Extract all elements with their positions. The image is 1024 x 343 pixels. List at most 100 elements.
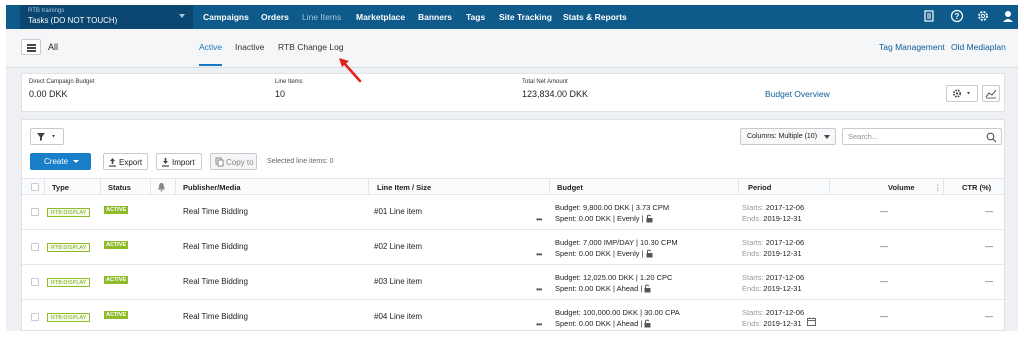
import-icon bbox=[162, 158, 169, 167]
document-icon[interactable] bbox=[922, 9, 936, 23]
period-end: Ends: 2019-12-31 bbox=[742, 249, 802, 258]
nav-tags[interactable]: Tags bbox=[466, 12, 485, 22]
top-navigation: RTB trainings Tasks (DO NOT TOUCH) Campa… bbox=[6, 5, 1018, 29]
export-icon bbox=[109, 158, 116, 167]
budget-overview-link[interactable]: Budget Overview bbox=[765, 89, 830, 99]
export-button[interactable]: Export bbox=[103, 153, 148, 170]
period-end: Ends: 2019-12-31 bbox=[742, 214, 802, 223]
column-header-status[interactable]: Status bbox=[108, 183, 131, 192]
row-more-options-icon[interactable]: ••• bbox=[536, 250, 542, 259]
line-item-name[interactable]: #03 Line item bbox=[374, 277, 422, 286]
spent-text: Spent: 0.00 DKK | Evenly | bbox=[555, 214, 644, 223]
row-checkbox[interactable] bbox=[31, 278, 39, 286]
unlock-icon[interactable] bbox=[644, 284, 651, 293]
line-item-name[interactable]: #02 Line item bbox=[374, 242, 422, 251]
spent-line: Spent: 0.00 DKK | Ahead | bbox=[555, 319, 651, 328]
columns-select[interactable]: Columns: Multiple (10) bbox=[740, 128, 836, 145]
spent-line: Spent: 0.00 DKK | Evenly | bbox=[555, 214, 653, 223]
column-header-volume[interactable]: Volume bbox=[888, 183, 915, 192]
column-header-type[interactable]: Type bbox=[52, 183, 69, 192]
nav-campaigns[interactable]: Campaigns bbox=[203, 12, 249, 22]
budget-summary-panel: Direct Campaign Budget 0.00 DKK Line Ite… bbox=[21, 73, 1005, 112]
line-item-name[interactable]: #01 Line item bbox=[374, 207, 422, 216]
selected-line-items-count: Selected line items: 0 bbox=[267, 158, 334, 165]
svg-text:?: ? bbox=[955, 12, 960, 21]
status-badge: ACTIVE bbox=[104, 206, 129, 214]
search-icon[interactable] bbox=[986, 132, 997, 143]
chart-toggle-button[interactable] bbox=[982, 85, 1000, 102]
line-items-count-value: 10 bbox=[275, 89, 286, 99]
column-header-publisher[interactable]: Publisher/Media bbox=[183, 183, 241, 192]
type-badge: RTB:DISPLAY bbox=[47, 208, 91, 217]
line-item-name[interactable]: #04 Line item bbox=[374, 312, 422, 321]
period-start: Starts: 2017-12-06 bbox=[742, 238, 805, 247]
tag-management-link[interactable]: Tag Management bbox=[879, 42, 945, 52]
gear-icon bbox=[953, 89, 970, 98]
table-row[interactable]: RTB:DISPLAY ACTIVE Real Time Bidding #03… bbox=[22, 266, 1004, 300]
spent-text: Spent: 0.00 DKK | Ahead | bbox=[555, 284, 643, 293]
ctr-cell: — bbox=[985, 207, 993, 216]
table-header: Type Status Publisher/Media Line Item / … bbox=[22, 178, 1004, 195]
create-button[interactable]: Create bbox=[30, 153, 91, 170]
budget-line: Budget: 9,800.00 DKK | 3.73 CPM bbox=[555, 203, 670, 212]
column-resize-handle[interactable]: ⋮ bbox=[934, 183, 942, 192]
old-mediaplan-link[interactable]: Old Mediaplan bbox=[951, 42, 1006, 52]
filter-button[interactable] bbox=[30, 128, 64, 145]
column-header-ctr[interactable]: CTR (%) bbox=[962, 183, 991, 192]
status-badge: ACTIVE bbox=[104, 311, 129, 319]
hamburger-menu-button[interactable] bbox=[21, 39, 41, 55]
row-more-options-icon[interactable]: ••• bbox=[536, 320, 542, 329]
table-row[interactable]: RTB:DISPLAY ACTIVE Real Time Bidding #04… bbox=[22, 301, 1004, 331]
nav-stats-reports[interactable]: Stats & Reports bbox=[563, 12, 627, 22]
settings-gear-icon[interactable] bbox=[976, 9, 990, 23]
user-icon[interactable] bbox=[1001, 9, 1015, 23]
line-items-panel: Columns: Multiple (10) Create Export bbox=[21, 119, 1005, 331]
summary-settings-button[interactable] bbox=[946, 85, 978, 102]
import-button-label: Import bbox=[172, 158, 195, 167]
table-row[interactable]: RTB:DISPLAY ACTIVE Real Time Bidding #01… bbox=[22, 196, 1004, 230]
status-badge: ACTIVE bbox=[104, 276, 129, 284]
notification-bell-icon bbox=[158, 183, 165, 192]
row-more-options-icon[interactable]: ••• bbox=[536, 215, 542, 224]
nav-orders[interactable]: Orders bbox=[261, 12, 289, 22]
table-row[interactable]: RTB:DISPLAY ACTIVE Real Time Bidding #02… bbox=[22, 231, 1004, 265]
spent-line: Spent: 0.00 DKK | Ahead | bbox=[555, 284, 651, 293]
help-icon[interactable]: ? bbox=[950, 9, 964, 23]
ctr-cell: — bbox=[985, 312, 993, 321]
row-checkbox[interactable] bbox=[31, 313, 39, 321]
nav-banners[interactable]: Banners bbox=[418, 12, 452, 22]
nav-marketplace[interactable]: Marketplace bbox=[356, 12, 405, 22]
line-items-count-label: Line Items bbox=[275, 79, 303, 85]
nav-line-items[interactable]: Line Items bbox=[302, 12, 341, 22]
unlock-icon[interactable] bbox=[646, 249, 653, 258]
calendar-icon[interactable] bbox=[807, 317, 816, 326]
spent-text: Spent: 0.00 DKK | Ahead | bbox=[555, 319, 643, 328]
publisher-cell: Real Time Bidding bbox=[183, 277, 248, 286]
search-input[interactable] bbox=[843, 129, 983, 144]
direct-budget-value: 0.00 DKK bbox=[29, 89, 68, 99]
unlock-icon[interactable] bbox=[644, 319, 651, 328]
budget-line: Budget: 100,000.00 DKK | 30.00 CPA bbox=[555, 308, 680, 317]
nav-site-tracking[interactable]: Site Tracking bbox=[499, 12, 552, 22]
line-chart-icon bbox=[985, 89, 997, 99]
tab-inactive[interactable]: Inactive bbox=[235, 42, 264, 52]
row-checkbox[interactable] bbox=[31, 243, 39, 251]
column-header-period[interactable]: Period bbox=[748, 183, 771, 192]
chevron-down-icon bbox=[73, 160, 79, 163]
copy-to-button[interactable]: Copy to bbox=[210, 153, 257, 170]
row-checkbox[interactable] bbox=[31, 208, 39, 216]
select-all-checkbox[interactable] bbox=[31, 183, 39, 191]
unlock-icon[interactable] bbox=[646, 214, 653, 223]
column-header-budget[interactable]: Budget bbox=[557, 183, 583, 192]
period-start: Starts: 2017-12-06 bbox=[742, 308, 805, 317]
sub-navigation: All Active Inactive RTB Change Log Tag M… bbox=[6, 29, 1018, 68]
column-header-line-item[interactable]: Line Item / Size bbox=[377, 183, 431, 192]
period-start: Starts: 2017-12-06 bbox=[742, 203, 805, 212]
row-more-options-icon[interactable]: ••• bbox=[536, 285, 542, 294]
ctr-cell: — bbox=[985, 277, 993, 286]
account-switcher[interactable]: RTB trainings Tasks (DO NOT TOUCH) bbox=[20, 5, 193, 29]
import-button[interactable]: Import bbox=[156, 153, 202, 170]
tab-rtb-change-log[interactable]: RTB Change Log bbox=[278, 42, 344, 52]
tab-active[interactable]: Active bbox=[199, 42, 222, 52]
export-button-label: Export bbox=[119, 158, 143, 167]
